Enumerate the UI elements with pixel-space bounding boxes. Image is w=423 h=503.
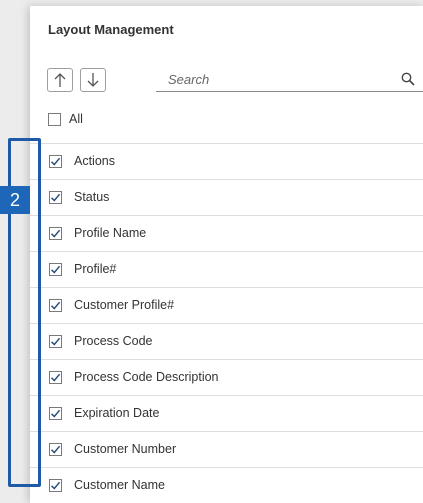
arrow-up-icon bbox=[54, 73, 66, 87]
column-row[interactable]: Process Code bbox=[30, 323, 423, 359]
move-up-button[interactable] bbox=[47, 68, 73, 92]
arrow-down-icon bbox=[87, 73, 99, 87]
column-checkbox[interactable] bbox=[49, 335, 62, 348]
check-icon bbox=[50, 193, 61, 202]
check-icon bbox=[50, 157, 61, 166]
check-icon bbox=[50, 481, 61, 490]
column-row[interactable]: Customer Number bbox=[30, 431, 423, 467]
select-all-checkbox[interactable] bbox=[48, 112, 61, 126]
move-down-button[interactable] bbox=[80, 68, 106, 92]
column-row[interactable]: Customer Name bbox=[30, 467, 423, 503]
column-row[interactable]: Actions bbox=[30, 143, 423, 179]
column-label: Customer Profile# bbox=[74, 298, 175, 312]
column-checkbox[interactable] bbox=[49, 407, 62, 420]
check-icon bbox=[50, 409, 61, 418]
panel-title: Layout Management bbox=[48, 22, 174, 37]
column-row[interactable]: Process Code Description bbox=[30, 359, 423, 395]
column-label: Profile Name bbox=[74, 226, 147, 240]
column-row[interactable]: Customer Profile# bbox=[30, 287, 423, 323]
column-label: Process Code bbox=[74, 334, 153, 348]
column-row[interactable]: Profile Name bbox=[30, 215, 423, 251]
column-checkbox[interactable] bbox=[49, 263, 62, 276]
column-list: Actions Status Profile Name Profile# Custome… bbox=[30, 143, 423, 503]
check-icon bbox=[50, 373, 61, 382]
column-checkbox[interactable] bbox=[49, 191, 62, 204]
column-row[interactable]: Profile# bbox=[30, 251, 423, 287]
column-label: Actions bbox=[74, 154, 115, 168]
column-label: Expiration Date bbox=[74, 406, 160, 420]
check-icon bbox=[50, 265, 61, 274]
step-number-badge: 2 bbox=[0, 186, 30, 214]
column-row[interactable]: Status bbox=[30, 179, 423, 215]
search-icon[interactable] bbox=[401, 72, 415, 86]
search-input[interactable] bbox=[166, 71, 390, 88]
layout-management-panel: Layout Management All Actions Status Profi… bbox=[30, 6, 423, 503]
column-label: Profile# bbox=[74, 262, 117, 276]
column-label: Status bbox=[74, 190, 110, 204]
column-label: Customer Number bbox=[74, 442, 177, 456]
column-checkbox[interactable] bbox=[49, 227, 62, 240]
check-icon bbox=[50, 301, 61, 310]
column-checkbox[interactable] bbox=[49, 371, 62, 384]
check-icon bbox=[50, 445, 61, 454]
column-row[interactable]: Expiration Date bbox=[30, 395, 423, 431]
column-checkbox[interactable] bbox=[49, 443, 62, 456]
check-icon bbox=[50, 337, 61, 346]
column-label: Customer Name bbox=[74, 478, 165, 492]
search-field bbox=[156, 68, 423, 92]
select-all-label: All bbox=[69, 112, 83, 126]
column-checkbox[interactable] bbox=[49, 299, 62, 312]
check-icon bbox=[50, 229, 61, 238]
select-all-row[interactable]: All bbox=[48, 112, 83, 126]
column-checkbox[interactable] bbox=[49, 155, 62, 168]
column-label: Process Code Description bbox=[74, 370, 219, 384]
column-checkbox[interactable] bbox=[49, 479, 62, 492]
